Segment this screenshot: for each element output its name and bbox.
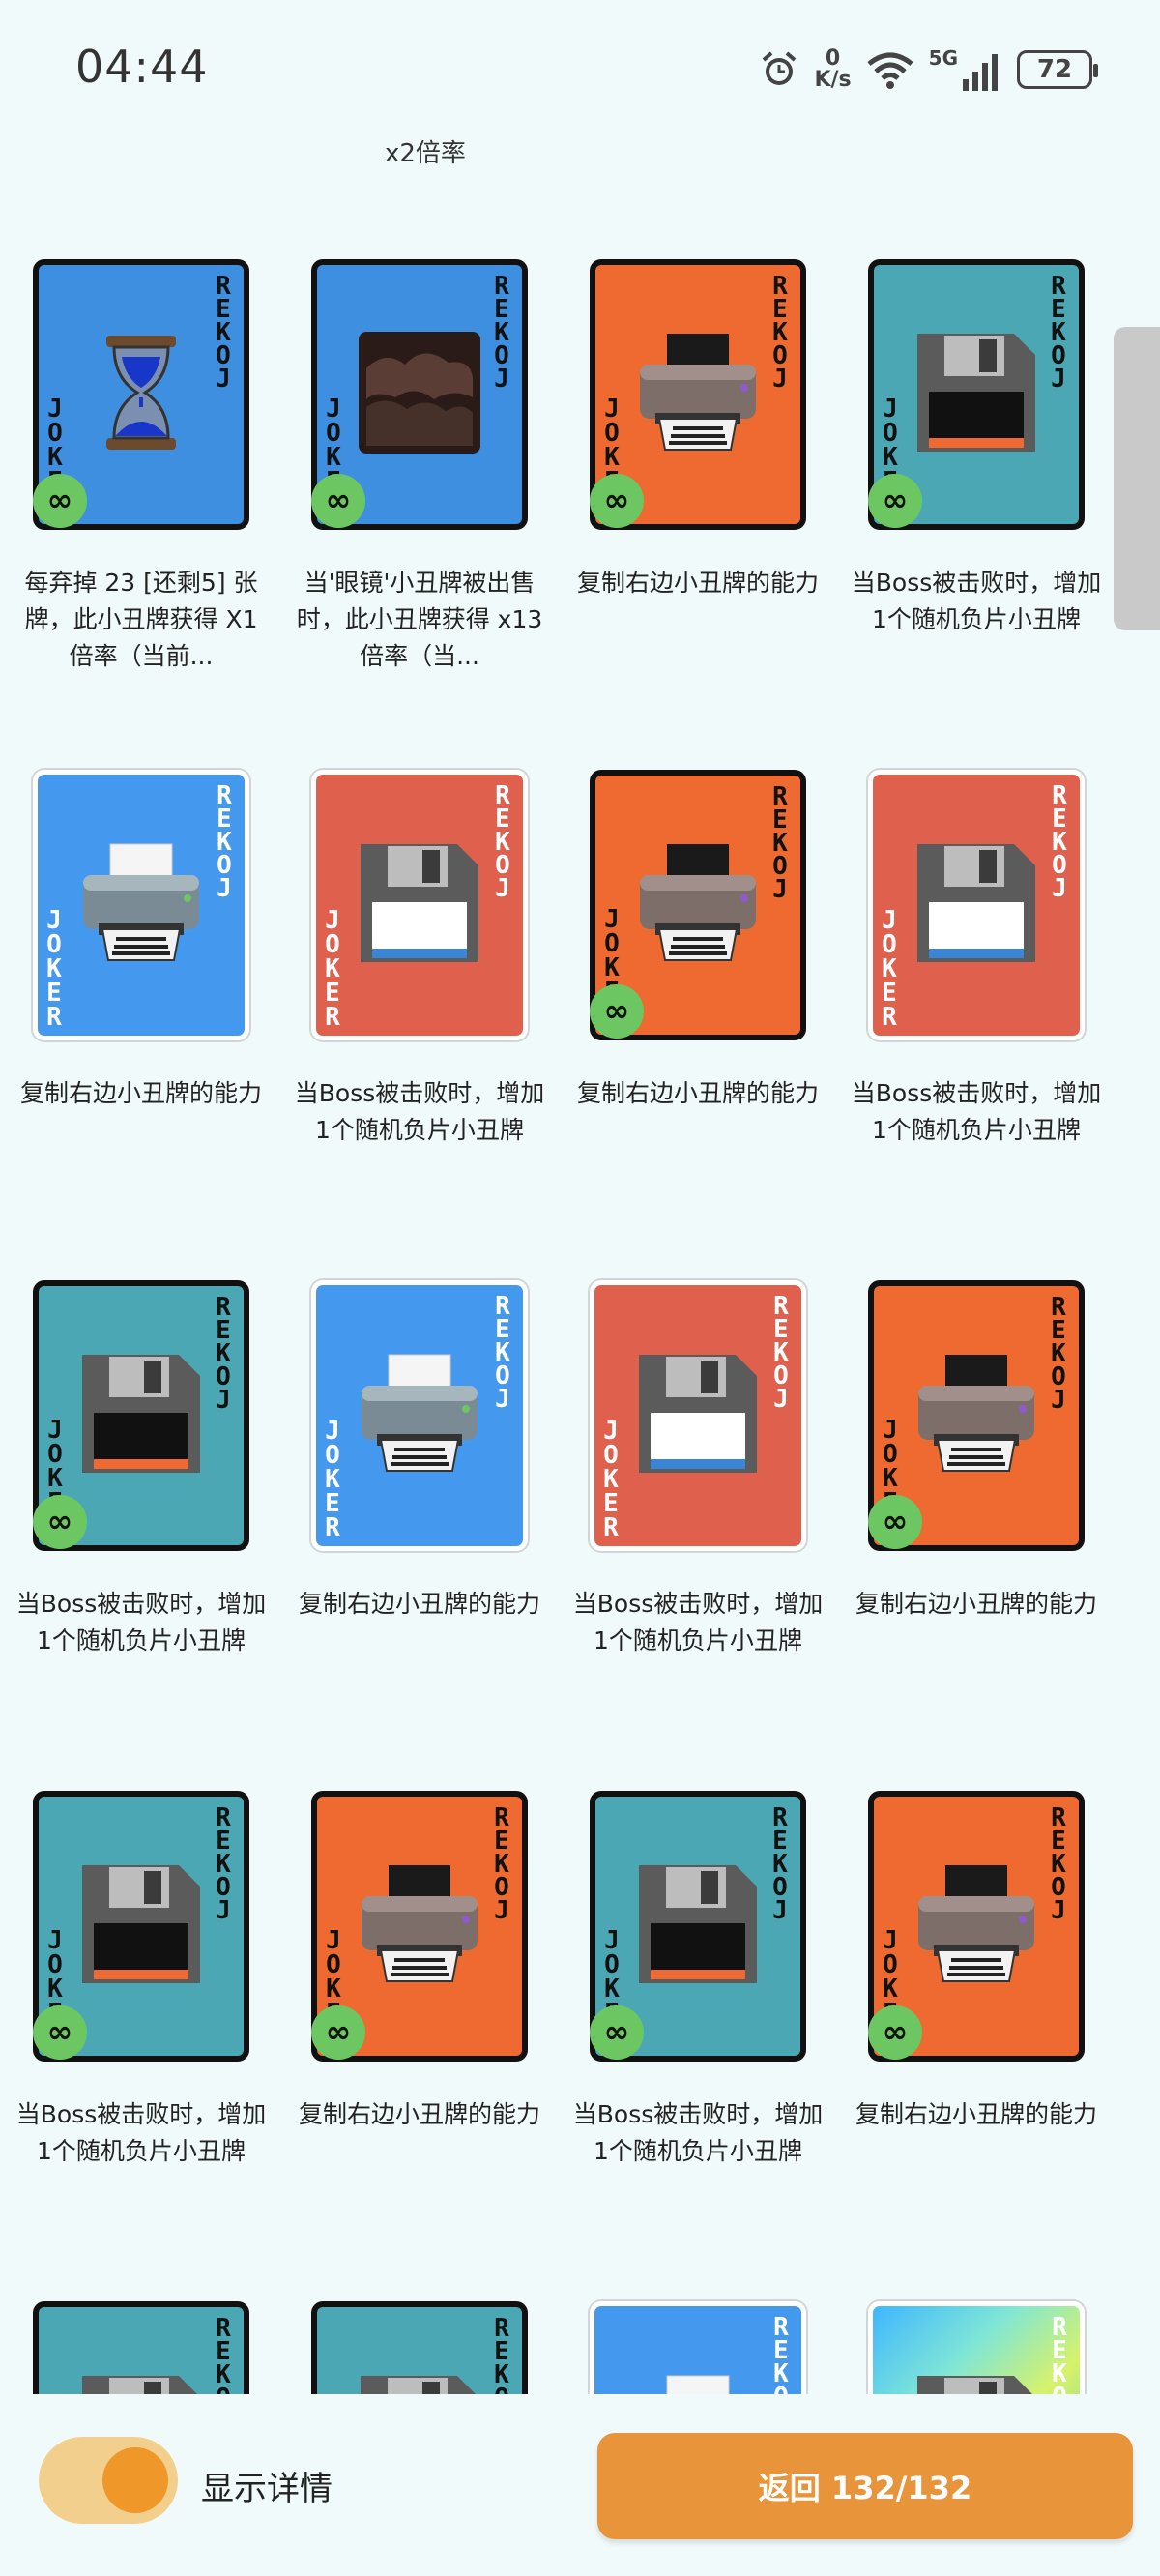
card-description: 复制右边小丑牌的能力 bbox=[576, 569, 819, 597]
printer-icon bbox=[630, 2372, 766, 2394]
infinite-badge-icon: ∞ bbox=[33, 474, 87, 528]
card-corner-text: REKOJ bbox=[772, 782, 788, 904]
joker-card-grid[interactable]: REKOJ JOKER ∞ 每弃掉 23 [还剩5] 张牌，此小丑牌获得 X1倍率（当… bbox=[0, 0, 1160, 2394]
joker-card[interactable]: REKOJ JOKER bbox=[590, 1280, 806, 1551]
toggle-knob bbox=[102, 2447, 168, 2513]
joker-card[interactable]: REKOJ JOKER bbox=[33, 770, 249, 1040]
card-description: 复制右边小丑牌的能力 bbox=[298, 2100, 540, 2128]
card-corner-text: REKOJ bbox=[772, 1803, 788, 1925]
card-corner-text: JOKER bbox=[603, 1417, 619, 1542]
joker-card[interactable]: REKOJJOKER bbox=[311, 2301, 528, 2394]
scrollbar[interactable] bbox=[1114, 327, 1160, 630]
return-button[interactable]: 返回 132/132 bbox=[597, 2433, 1133, 2539]
infinite-badge-icon: ∞ bbox=[868, 474, 922, 528]
card-description: 复制右边小丑牌的能力 bbox=[576, 1079, 819, 1107]
card-corner-text: REKOJ bbox=[1052, 781, 1067, 903]
card-description: 当Boss被击败时，增加1个随机负片小丑牌 bbox=[851, 1079, 1102, 1144]
card-corner-text: REKOJ bbox=[217, 781, 232, 903]
card-corner-text: JOKER bbox=[325, 906, 340, 1032]
infinite-badge-icon: ∞ bbox=[33, 2005, 87, 2060]
card-description: 复制右边小丑牌的能力 bbox=[19, 1079, 262, 1107]
card-description: 当Boss被击败时，增加1个随机负片小丑牌 bbox=[15, 1590, 267, 1654]
card-description: 复制右边小丑牌的能力 bbox=[298, 1590, 540, 1618]
card-corner-text: REKOJ bbox=[1051, 1293, 1066, 1415]
card-description: 复制右边小丑牌的能力 bbox=[855, 1590, 1097, 1618]
infinite-badge-icon: ∞ bbox=[33, 1495, 87, 1549]
show-details-toggle[interactable] bbox=[39, 2437, 178, 2524]
infinite-badge-icon: ∞ bbox=[590, 2005, 644, 2060]
infinite-badge-icon: ∞ bbox=[868, 2005, 922, 2060]
card-description: 当Boss被击败时，增加1个随机负片小丑牌 bbox=[15, 2100, 267, 2165]
printer-icon bbox=[352, 1351, 487, 1480]
cloud-image-icon bbox=[357, 330, 482, 459]
card-corner-text: REKOJ bbox=[494, 272, 509, 394]
card-corner-text: REKOJ bbox=[216, 2314, 231, 2394]
card-corner-text: REKOJ bbox=[1051, 1803, 1066, 1925]
card-corner-text: REKOJ bbox=[495, 781, 510, 903]
floppy-disk-icon bbox=[914, 2372, 1039, 2394]
card-corner-text: REKOJ bbox=[772, 272, 788, 394]
card-corner-text: REKOJ bbox=[495, 1292, 510, 1414]
card-corner-text: REKOJ bbox=[773, 2313, 789, 2394]
card-corner-text: REKOJ bbox=[773, 1292, 789, 1414]
floppy-disk-icon bbox=[78, 2372, 204, 2394]
printer-icon bbox=[352, 1861, 487, 1991]
card-description: 复制右边小丑牌的能力 bbox=[855, 2100, 1097, 2128]
card-description: 当Boss被击败时，增加1个随机负片小丑牌 bbox=[572, 2100, 824, 2165]
floppy-disk-icon bbox=[78, 1351, 204, 1480]
floppy-disk-icon bbox=[357, 2372, 482, 2394]
card-corner-text: JOKER bbox=[325, 1417, 340, 1542]
infinite-badge-icon: ∞ bbox=[590, 474, 644, 528]
hourglass-icon bbox=[93, 330, 189, 459]
card-description: 当'眼镜'小丑牌被出售时，此小丑牌获得 x13倍率（当... bbox=[296, 569, 543, 670]
card-description: 当Boss被击败时，增加1个随机负片小丑牌 bbox=[851, 569, 1102, 633]
infinite-badge-icon: ∞ bbox=[590, 984, 644, 1039]
printer-icon bbox=[73, 840, 209, 970]
infinite-badge-icon: ∞ bbox=[311, 474, 365, 528]
card-corner-text: REKOJ bbox=[216, 1803, 231, 1925]
joker-card[interactable]: REKOJ JOKER bbox=[868, 770, 1085, 1040]
infinite-badge-icon: ∞ bbox=[868, 1495, 922, 1549]
floppy-disk-icon bbox=[78, 1861, 204, 1991]
card-corner-text: REKOJ bbox=[494, 1803, 509, 1925]
card-description: 当Boss被击败时，增加1个随机负片小丑牌 bbox=[294, 1079, 545, 1144]
printer-icon bbox=[630, 330, 766, 459]
joker-card[interactable]: REKOJ JOKER bbox=[311, 770, 528, 1040]
joker-card[interactable]: REKOJJOKER bbox=[590, 2301, 806, 2394]
printer-icon bbox=[909, 1351, 1044, 1480]
joker-card[interactable]: REKOJ JOKER bbox=[311, 1280, 528, 1551]
joker-card[interactable]: REKOJJOKER bbox=[868, 2301, 1085, 2394]
card-corner-text: REKOJ bbox=[216, 1293, 231, 1415]
card-description: 当Boss被击败时，增加1个随机负片小丑牌 bbox=[572, 1590, 824, 1654]
card-corner-text: REKOJ bbox=[494, 2314, 509, 2394]
floppy-disk-icon bbox=[914, 840, 1039, 970]
joker-card[interactable]: REKOJJOKER bbox=[33, 2301, 249, 2394]
show-details-label: 显示详情 bbox=[201, 2470, 333, 2508]
card-corner-text: JOKER bbox=[882, 906, 897, 1032]
card-corner-text: JOKER bbox=[46, 906, 62, 1032]
printer-icon bbox=[630, 840, 766, 970]
printer-icon bbox=[909, 1861, 1044, 1991]
floppy-disk-icon bbox=[357, 840, 482, 970]
card-corner-text: REKOJ bbox=[1051, 272, 1066, 394]
card-description: 每弃掉 23 [还剩5] 张牌，此小丑牌获得 X1倍率（当前... bbox=[24, 569, 258, 670]
floppy-disk-icon bbox=[635, 1351, 761, 1480]
floppy-disk-icon bbox=[914, 330, 1039, 459]
card-corner-text: REKOJ bbox=[216, 272, 231, 394]
card-corner-text: REKOJ bbox=[1052, 2313, 1067, 2394]
infinite-badge-icon: ∞ bbox=[311, 2005, 365, 2060]
floppy-disk-icon bbox=[635, 1861, 761, 1991]
